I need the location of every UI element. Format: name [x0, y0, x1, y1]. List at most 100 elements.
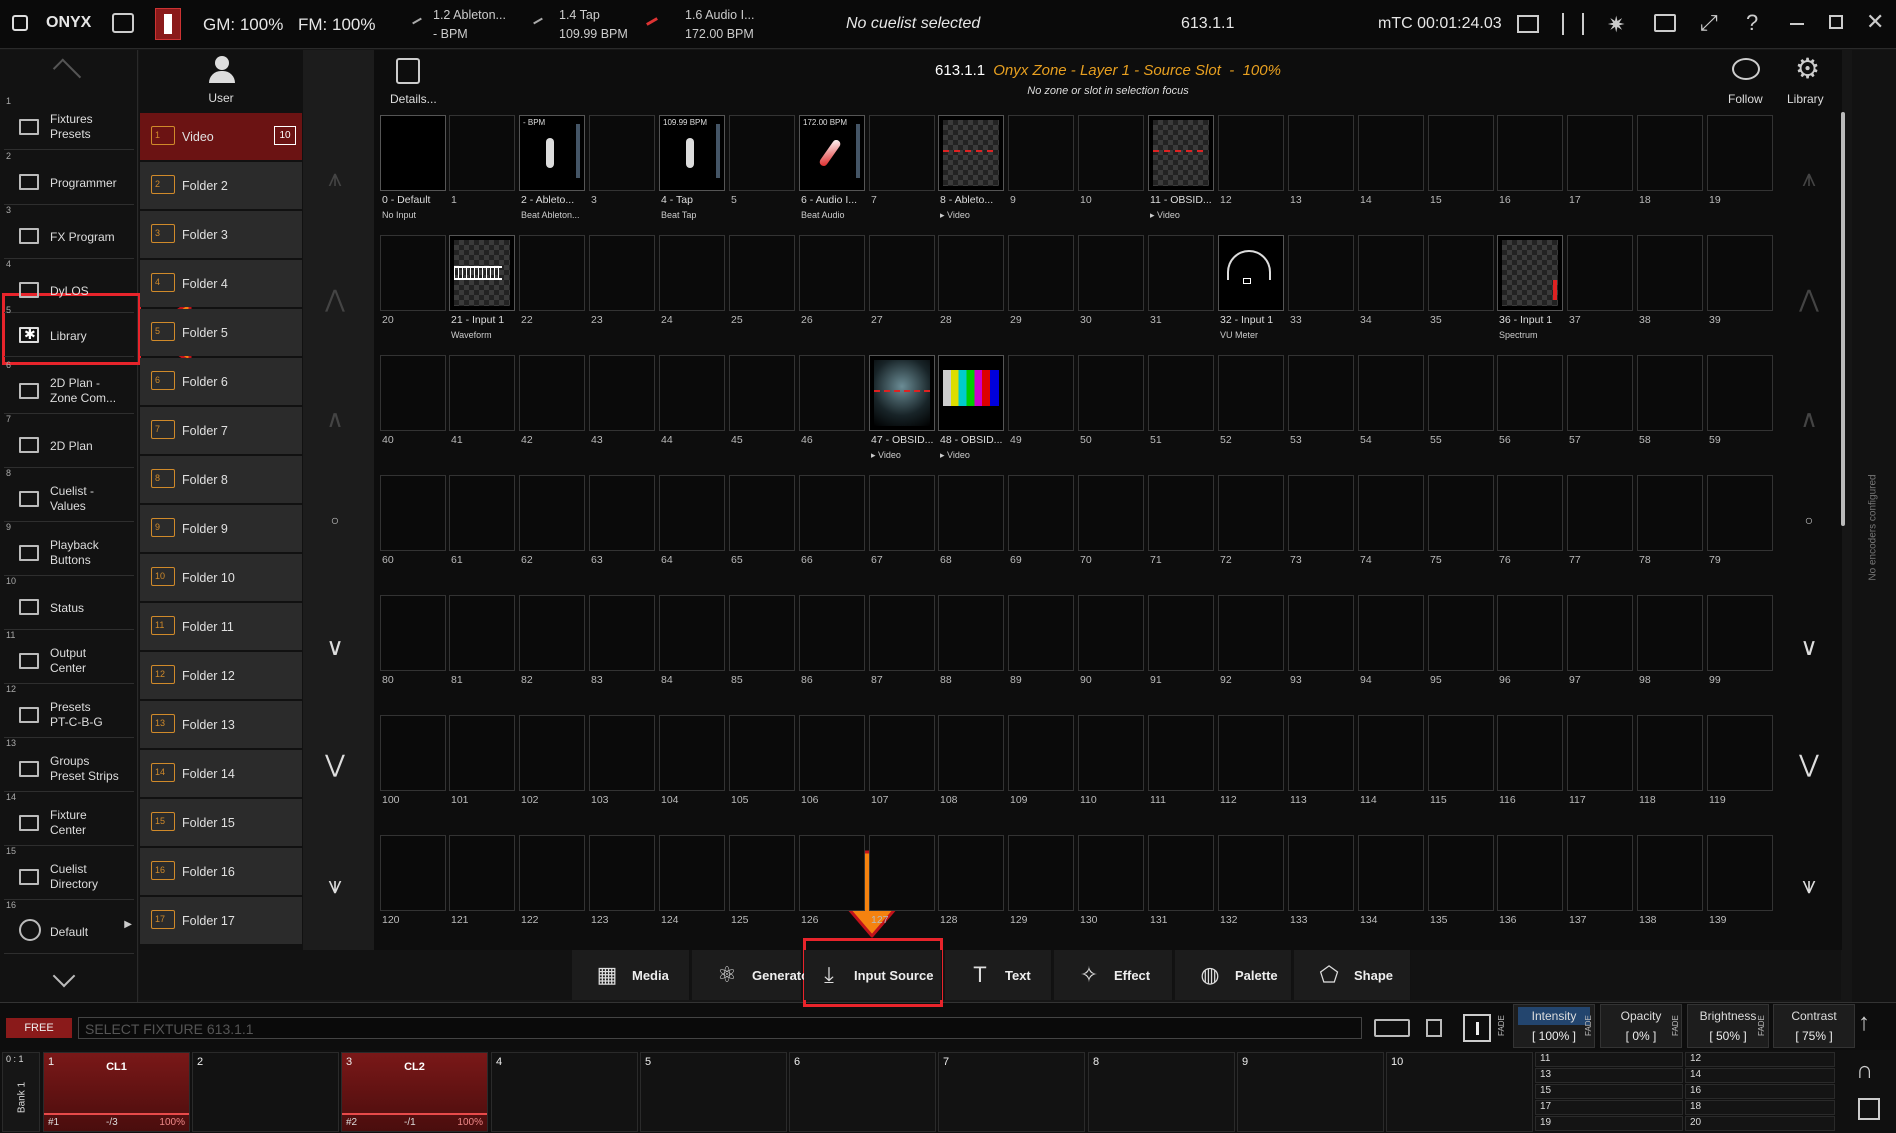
lock-icon[interactable] — [112, 13, 134, 33]
folder-item-1[interactable]: 1 Video 10 — [140, 113, 302, 160]
library-slot-50[interactable] — [1078, 355, 1144, 431]
library-slot-59[interactable] — [1707, 355, 1773, 431]
nav-item-default[interactable]: 16 Default ▶ — [4, 900, 134, 954]
nav-item-presets-pt-c-b-g[interactable]: 12 Presets PT-C-B-G — [4, 684, 134, 738]
playback-fader-3[interactable]: 3 CL2 #2 -/1 100% — [341, 1052, 488, 1132]
library-slot-134[interactable] — [1358, 835, 1424, 911]
playback-fader-6[interactable]: 6 — [789, 1052, 936, 1132]
library-slot-63[interactable] — [589, 475, 655, 551]
folder-scroll-up-3-icon[interactable]: ∧ — [318, 405, 352, 434]
library-slot-117[interactable] — [1567, 715, 1633, 791]
library-slot-25[interactable] — [729, 235, 795, 311]
library-slot-82[interactable] — [519, 595, 585, 671]
nav-item-status[interactable]: 10 Status — [4, 576, 134, 630]
library-slot-123[interactable] — [589, 835, 655, 911]
nav-item-fx-program[interactable]: 3 FX Program — [4, 205, 134, 259]
library-slot-19[interactable] — [1707, 115, 1773, 191]
library-slot-139[interactable] — [1707, 835, 1773, 911]
user-avatar-icon[interactable] — [209, 54, 235, 86]
library-slot-79[interactable] — [1707, 475, 1773, 551]
library-slot-17[interactable] — [1567, 115, 1633, 191]
folder-item-2[interactable]: 2 Folder 2 — [140, 162, 302, 209]
library-slot-61[interactable] — [449, 475, 515, 551]
windows-icon[interactable] — [1517, 15, 1539, 33]
library-slot-91[interactable] — [1148, 595, 1214, 671]
library-slot-90[interactable] — [1078, 595, 1144, 671]
folder-item-9[interactable]: 9 Folder 9 — [140, 505, 302, 552]
playback-fader-1[interactable]: 1 CL1 #1 -/3 100% — [43, 1052, 190, 1132]
loop-icon[interactable]: ∩ — [1856, 1057, 1873, 1085]
library-slot-60[interactable] — [380, 475, 446, 551]
library-slot-126[interactable] — [799, 835, 865, 911]
library-slot-45[interactable] — [729, 355, 795, 431]
library-slot-12[interactable] — [1218, 115, 1284, 191]
library-slot-37[interactable] — [1567, 235, 1633, 311]
tab-text[interactable]: T Text — [945, 950, 1052, 1000]
library-slot-86[interactable] — [799, 595, 865, 671]
library-slot-88[interactable] — [938, 595, 1004, 671]
library-slot-52[interactable] — [1218, 355, 1284, 431]
library-slot-112[interactable] — [1218, 715, 1284, 791]
library-slot-93[interactable] — [1288, 595, 1354, 671]
library-slot-57[interactable] — [1567, 355, 1633, 431]
library-slot-127[interactable] — [869, 835, 935, 911]
library-slot-64[interactable] — [659, 475, 725, 551]
library-settings-button[interactable]: Library — [1787, 92, 1824, 106]
mini-playback-11[interactable]: 11 — [1535, 1052, 1683, 1067]
nav-item-cuelist-values[interactable]: 8 Cuelist - Values — [4, 468, 134, 522]
library-slot-9[interactable] — [1008, 115, 1074, 191]
folder-scroll-up-2-icon[interactable]: ⋀ — [318, 285, 352, 314]
library-slot-43[interactable] — [589, 355, 655, 431]
library-slot-124[interactable] — [659, 835, 725, 911]
library-slot-110[interactable] — [1078, 715, 1144, 791]
library-slot-21[interactable] — [449, 235, 515, 311]
mini-playback-14[interactable]: 14 — [1685, 1068, 1835, 1083]
folder-item-12[interactable]: 12 Folder 12 — [140, 652, 302, 699]
library-slot-22[interactable] — [519, 235, 585, 311]
library-slot-114[interactable] — [1358, 715, 1424, 791]
library-slot-1[interactable] — [449, 115, 515, 191]
library-slot-118[interactable] — [1637, 715, 1703, 791]
library-slot-84[interactable] — [659, 595, 725, 671]
grid-scroll-down-1-icon[interactable]: ∨ — [1792, 633, 1826, 662]
library-slot-68[interactable] — [938, 475, 1004, 551]
sliders-icon[interactable] — [1562, 13, 1584, 35]
library-slot-4[interactable]: 109.99 BPM — [659, 115, 725, 191]
library-slot-72[interactable] — [1218, 475, 1284, 551]
library-slot-74[interactable] — [1358, 475, 1424, 551]
library-slot-8[interactable] — [938, 115, 1004, 191]
library-slot-15[interactable] — [1428, 115, 1494, 191]
library-slot-24[interactable] — [659, 235, 725, 311]
library-slot-75[interactable] — [1428, 475, 1494, 551]
tab-palette[interactable]: ◍ Palette — [1175, 950, 1292, 1000]
library-slot-116[interactable] — [1497, 715, 1563, 791]
library-slot-135[interactable] — [1428, 835, 1494, 911]
library-slot-81[interactable] — [449, 595, 515, 671]
library-slot-131[interactable] — [1148, 835, 1214, 911]
arrow-up-icon[interactable]: ↑ — [1858, 1009, 1870, 1037]
library-slot-5[interactable] — [729, 115, 795, 191]
library-slot-48[interactable] — [938, 355, 1004, 431]
library-slot-70[interactable] — [1078, 475, 1144, 551]
library-slot-69[interactable] — [1008, 475, 1074, 551]
library-slot-16[interactable] — [1497, 115, 1563, 191]
library-slot-94[interactable] — [1358, 595, 1424, 671]
library-slot-26[interactable] — [799, 235, 865, 311]
nav-item-groups-preset-strips[interactable]: 13 Groups Preset Strips — [4, 738, 134, 792]
library-slot-137[interactable] — [1567, 835, 1633, 911]
fullscreen-icon[interactable]: ⤢ — [1700, 10, 1718, 36]
folder-scroll-down-3-icon[interactable]: ⩛ — [318, 872, 352, 900]
library-slot-28[interactable] — [938, 235, 1004, 311]
folder-scroll-down-1-icon[interactable]: ∨ — [318, 633, 352, 662]
playback-fader-2[interactable]: 2 — [192, 1052, 339, 1132]
library-slot-136[interactable] — [1497, 835, 1563, 911]
library-slot-106[interactable] — [799, 715, 865, 791]
library-slot-121[interactable] — [449, 835, 515, 911]
library-slot-71[interactable] — [1148, 475, 1214, 551]
gear-icon[interactable]: ✷ — [1607, 12, 1625, 38]
grandmaster-button[interactable] — [155, 8, 181, 40]
library-slot-138[interactable] — [1637, 835, 1703, 911]
tab-generator[interactable]: ⚛ Generator — [692, 950, 814, 1000]
eye-hidden-icon[interactable] — [1732, 58, 1760, 80]
library-slot-78[interactable] — [1637, 475, 1703, 551]
